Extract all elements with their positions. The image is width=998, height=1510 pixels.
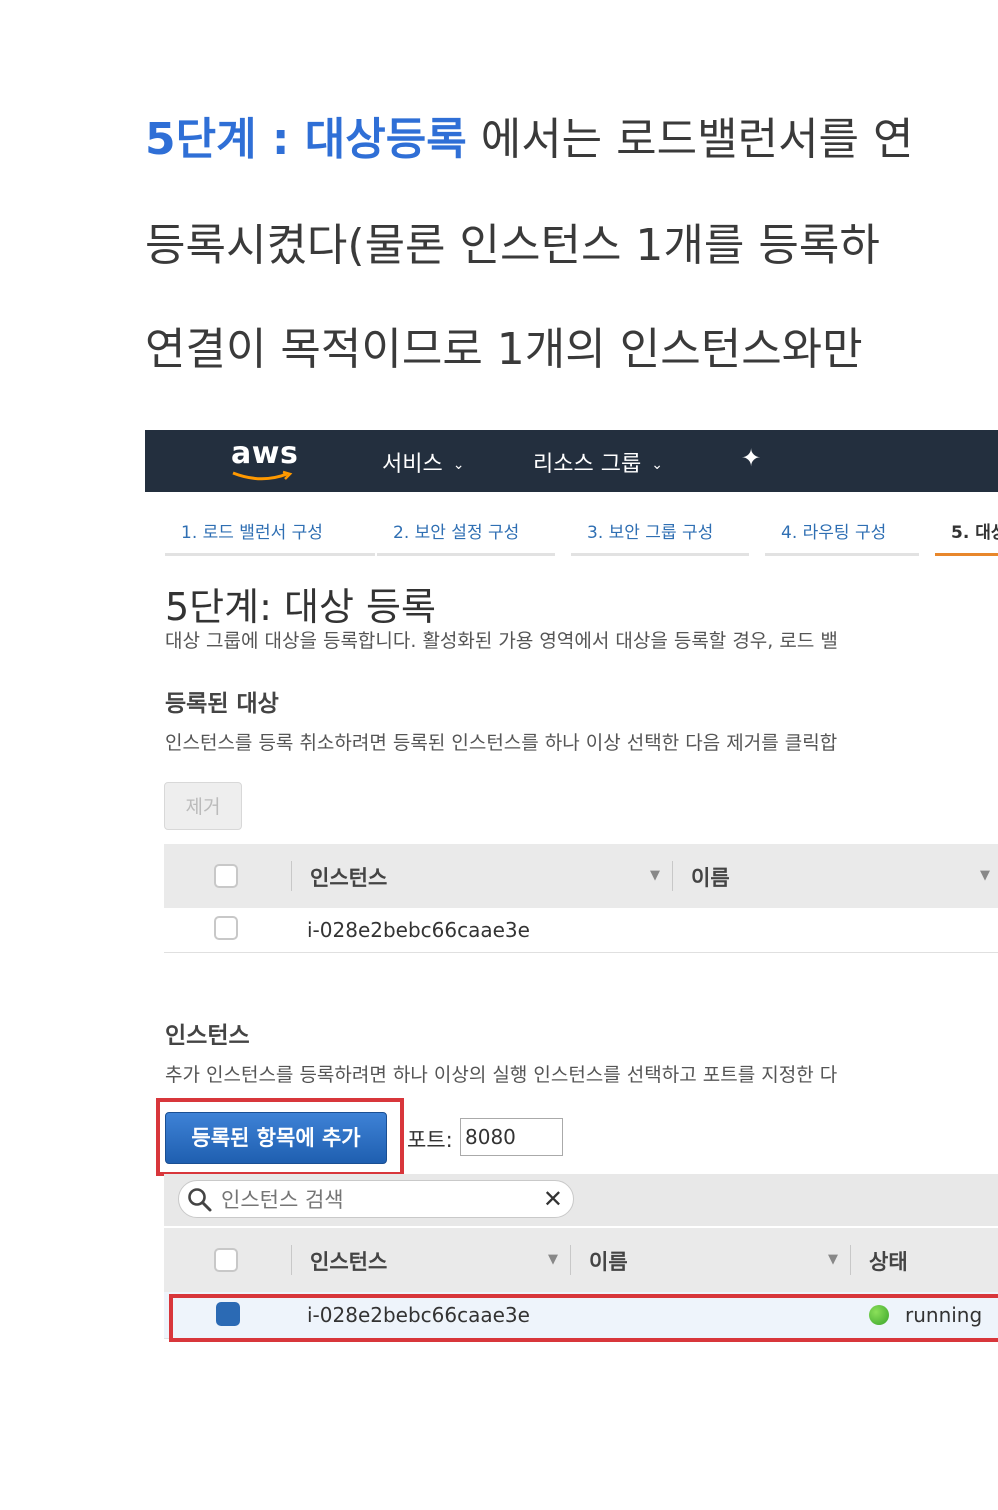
port-label: 포트: — [407, 1128, 453, 1152]
intro-line-2: 등록시켰다(물론 인스턴스 1개를 등록하 — [145, 220, 880, 271]
wizard-step-1[interactable]: 1. 로드 밸런서 구성 — [165, 518, 375, 556]
nav-services-label: 서비스 — [382, 452, 443, 477]
page-description: 대상 그룹에 대상을 등록합니다. 활성화된 가용 영역에서 대상을 등록할 경… — [165, 630, 838, 652]
sort-icon[interactable]: ▼ — [828, 1252, 838, 1267]
column-header-name[interactable]: 이름 — [691, 862, 730, 892]
search-bar-area: ✕ — [164, 1174, 998, 1226]
chevron-down-icon: ⌄ — [452, 457, 465, 473]
row-checkbox[interactable] — [214, 916, 238, 940]
intro-line-1: 5단계 : 대상등록 에서는 로드밸런서를 연 — [145, 112, 914, 168]
instances-table-header: 인스턴스 ▼ 이름 ▼ 상태 — [164, 1228, 998, 1293]
column-header-instance[interactable]: 인스턴스 — [310, 862, 387, 892]
column-header-instance[interactable]: 인스턴스 — [310, 1246, 387, 1276]
wizard-step-3[interactable]: 3. 보안 그룹 구성 — [571, 518, 749, 556]
nav-resource-groups-label: 리소스 그룹 — [533, 452, 642, 477]
select-all-checkbox[interactable] — [214, 1248, 238, 1272]
instance-id: i-028e2bebc66caae3e — [307, 918, 530, 942]
column-header-name[interactable]: 이름 — [589, 1246, 628, 1276]
aws-console-screenshot: aws 서비스 ⌄ 리소스 그룹 ⌄ ✦ 1. 로드 밸런서 구성 2. 보안 설정… — [145, 430, 998, 1390]
instance-search-input[interactable] — [219, 1185, 523, 1215]
wizard-step-5[interactable]: 5. 대상 — [935, 518, 998, 556]
nav-resource-groups[interactable]: 리소스 그룹 ⌄ — [533, 446, 663, 478]
intro-line-3: 연결이 목적이므로 1개의 인스턴스와만 — [145, 324, 863, 375]
instances-heading: 인스턴스 — [165, 1023, 250, 1049]
wizard-steps: 1. 로드 밸런서 구성 2. 보안 설정 구성 3. 보안 그룹 구성 4. … — [145, 518, 998, 558]
port-input[interactable] — [460, 1118, 563, 1156]
annotation-highlight — [169, 1294, 998, 1342]
column-divider — [672, 861, 673, 891]
annotation-highlight — [156, 1098, 404, 1176]
wizard-step-4[interactable]: 4. 라우팅 구성 — [765, 518, 919, 556]
column-header-status[interactable]: 상태 — [869, 1246, 908, 1276]
aws-logo[interactable]: aws — [231, 436, 298, 471]
sort-icon[interactable]: ▼ — [980, 868, 990, 883]
aws-top-nav: aws 서비스 ⌄ 리소스 그룹 ⌄ ✦ — [145, 430, 998, 492]
registered-targets-description: 인스턴스를 등록 취소하려면 등록된 인스턴스를 하나 이상 선택한 다음 제거… — [165, 732, 838, 754]
pin-icon[interactable]: ✦ — [741, 444, 761, 472]
column-divider — [291, 1245, 292, 1275]
table-row[interactable]: i-028e2bebc66caae3e — [164, 908, 998, 953]
page-title: 5단계: 대상 등록 — [165, 585, 436, 629]
instances-description: 추가 인스턴스를 등록하려면 하나 이상의 실행 인스턴스를 선택하고 포트를 … — [165, 1064, 838, 1086]
search-icon — [188, 1188, 212, 1212]
column-divider — [291, 861, 292, 891]
search-box[interactable]: ✕ — [178, 1180, 574, 1218]
intro-highlight: 5단계 : 대상등록 — [145, 114, 467, 165]
registered-table-header: 인스턴스 ▼ 이름 ▼ — [164, 844, 998, 909]
column-divider — [850, 1245, 851, 1275]
column-divider — [570, 1245, 571, 1275]
aws-smile-icon — [232, 470, 293, 481]
wizard-step-2[interactable]: 2. 보안 설정 구성 — [377, 518, 555, 556]
chevron-down-icon: ⌄ — [651, 457, 663, 473]
intro-line-1-text: 에서는 로드밸런서를 연 — [466, 114, 914, 165]
select-all-checkbox[interactable] — [214, 864, 238, 888]
sort-icon[interactable]: ▼ — [548, 1252, 558, 1267]
remove-button[interactable]: 제거 — [164, 782, 242, 830]
registered-targets-heading: 등록된 대상 — [165, 691, 279, 717]
nav-services[interactable]: 서비스 ⌄ — [382, 446, 464, 478]
sort-icon[interactable]: ▼ — [650, 868, 660, 883]
close-icon[interactable]: ✕ — [543, 1185, 563, 1213]
